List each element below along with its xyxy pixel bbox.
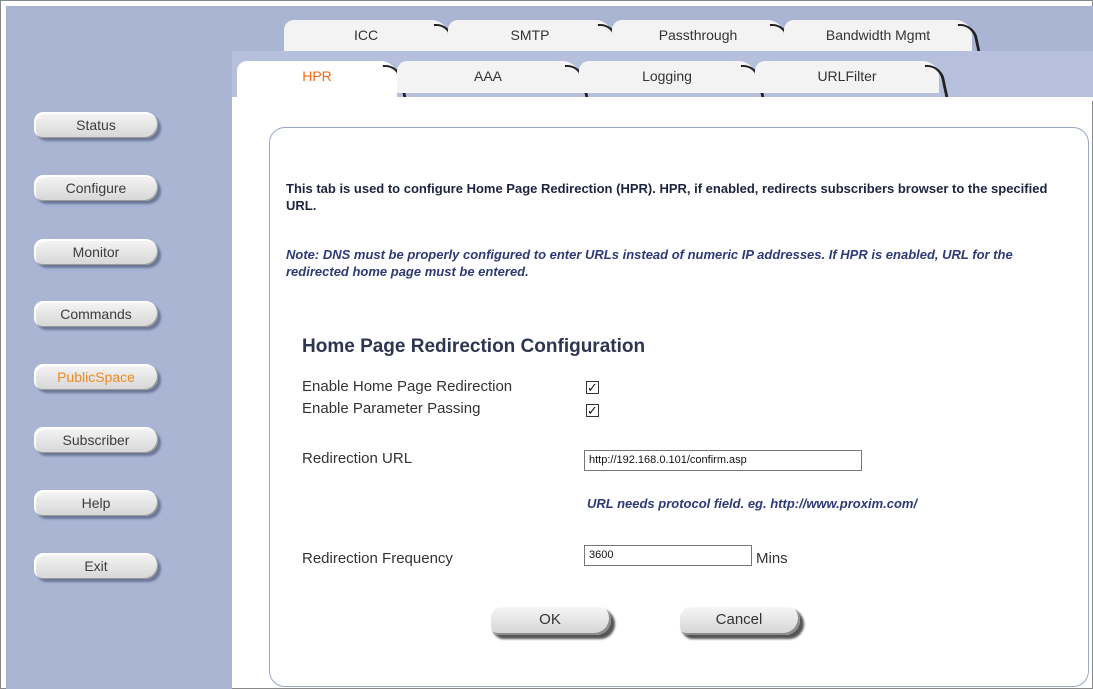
tab-logging-label: Logging	[642, 68, 692, 84]
ok-button[interactable]: OK	[489, 605, 611, 635]
tab-smtp[interactable]: SMTP	[448, 20, 612, 52]
tab-urlfilter-label: URLFilter	[817, 68, 877, 84]
sidebar-item-monitor[interactable]: Monitor	[34, 239, 158, 265]
tab-hpr[interactable]: HPR	[237, 61, 397, 101]
cancel-button[interactable]: Cancel	[678, 605, 800, 635]
tab-smtp-label: SMTP	[510, 27, 550, 43]
sidebar-item-publicspace[interactable]: PublicSpace	[34, 364, 158, 390]
hpr-config-panel: This tab is used to configure Home Page …	[269, 127, 1089, 687]
sidebar-item-configure[interactable]: Configure	[34, 175, 158, 201]
tab-aaa[interactable]: AAA	[397, 61, 579, 93]
tab-underline	[232, 97, 1093, 101]
redirection-frequency-input[interactable]: 3600	[584, 545, 752, 566]
enable-hpr-checkbox[interactable]: ✓	[586, 381, 599, 394]
sidebar-item-commands[interactable]: Commands	[34, 301, 158, 327]
enable-hpr-label: Enable Home Page Redirection	[302, 378, 513, 395]
tab-icc-label: ICC	[353, 27, 379, 43]
checkmark-icon: ✓	[587, 380, 598, 395]
redirection-url-label: Redirection URL	[302, 450, 413, 467]
tab-icc[interactable]: ICC	[284, 20, 448, 52]
section-title: Home Page Redirection Configuration	[302, 336, 646, 357]
intro-text: This tab is used to configure Home Page …	[286, 181, 1048, 213]
checkmark-icon: ✓	[587, 403, 598, 418]
tab-logging[interactable]: Logging	[579, 61, 755, 93]
tab-bandwidth-mgmt-label: Bandwidth Mgmt	[825, 27, 931, 43]
tab-row-top: ICC SMTP Passthrough Bandwidth Mgmt	[232, 6, 1093, 56]
tab-row-bottom: HPR AAA Logging URLFilter	[232, 51, 1093, 101]
frequency-unit: Mins	[756, 550, 788, 567]
dns-note: Note: DNS must be properly configured to…	[286, 247, 1013, 279]
tab-hpr-label: HPR	[302, 68, 332, 84]
sidebar-nav: Status Configure Monitor Commands Public…	[6, 6, 232, 689]
tab-aaa-label: AAA	[473, 68, 502, 84]
redirection-url-input[interactable]: http://192.168.0.101/confirm.asp	[584, 450, 862, 471]
redirection-frequency-label: Redirection Frequency	[302, 550, 453, 567]
app-window: Status Configure Monitor Commands Public…	[0, 0, 1093, 689]
sidebar-item-help[interactable]: Help	[34, 490, 158, 516]
sidebar-item-subscriber[interactable]: Subscriber	[34, 427, 158, 453]
sidebar-item-exit[interactable]: Exit	[34, 553, 158, 579]
url-hint: URL needs protocol field. eg. http://www…	[587, 496, 918, 511]
enable-param-checkbox[interactable]: ✓	[586, 404, 599, 417]
tab-urlfilter[interactable]: URLFilter	[755, 61, 939, 93]
tab-passthrough[interactable]: Passthrough	[612, 20, 784, 52]
enable-param-label: Enable Parameter Passing	[302, 400, 481, 417]
tab-passthrough-label: Passthrough	[658, 27, 738, 43]
tab-bandwidth-mgmt[interactable]: Bandwidth Mgmt	[784, 20, 972, 52]
sidebar-item-status[interactable]: Status	[34, 112, 158, 138]
